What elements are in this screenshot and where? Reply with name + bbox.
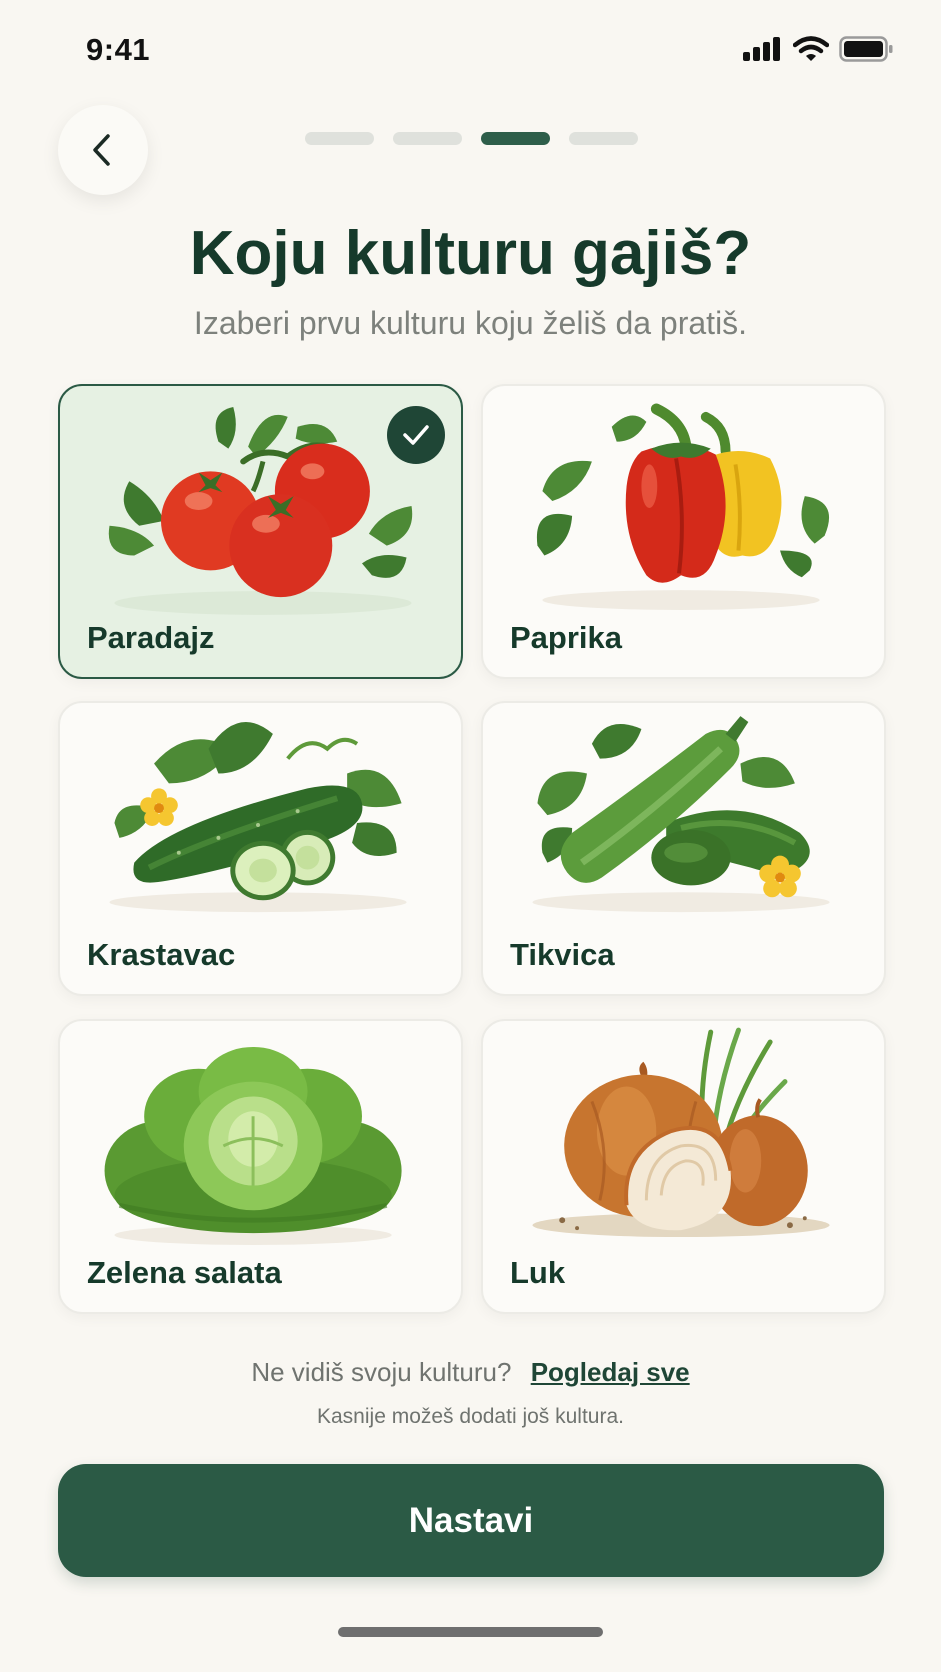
crop-card-label: Krastavac [87,937,236,972]
crop-card-paprika[interactable]: Paprika [481,384,886,679]
lettuce-icon [104,1046,402,1245]
crop-card-krastavac[interactable]: Krastavac [58,701,463,996]
crop-card-tikvica[interactable]: Tikvica [481,701,886,996]
progress-step-1 [305,132,374,145]
back-button[interactable] [58,105,148,195]
more-crops-question: Ne vidiš svoju kulturu? [251,1357,512,1387]
add-later-hint: Kasnije možeš dodati još kultura. [317,1405,624,1428]
continue-button[interactable]: Nastavi [58,1464,884,1577]
status-time: 9:41 [86,32,151,67]
crop-card-paradajz[interactable]: Paradajz [58,384,463,679]
crop-card-label: Luk [510,1255,566,1290]
pepper-icon [536,403,830,610]
selected-check-icon [387,406,445,464]
step-progress [305,132,638,145]
cucumber-icon [109,722,407,913]
progress-step-4 [569,132,638,145]
crop-card-label: Paradajz [87,620,215,655]
home-indicator [338,1627,603,1637]
crop-card-label: Tikvica [510,937,615,972]
crop-card-label: Zelena salata [87,1255,282,1290]
progress-step-3 [481,132,550,145]
flower [140,788,178,826]
zucchini-icon [532,716,830,913]
crop-card-zelena-salata[interactable]: Zelena salata [58,1019,463,1314]
chevron-left-icon [93,134,110,166]
crop-card-luk[interactable]: Luk [481,1019,886,1314]
crop-card-label: Paprika [510,620,623,655]
page-subtitle: Izaberi prvu kulturu koju želiš da prati… [193,305,748,341]
signal-icon [743,37,780,61]
onion-icon [532,1027,830,1238]
wifi-icon [793,36,829,61]
status-icons [743,36,893,62]
progress-step-2 [393,132,462,145]
page-title: Koju kulturu gajiš? [189,219,752,288]
battery-icon [839,36,893,62]
status-bar: 9:41 [0,0,941,100]
more-crops-line: Ne vidiš svoju kulturu? Pogledaj sve [0,1357,941,1388]
view-all-link[interactable]: Pogledaj sve [531,1357,690,1387]
